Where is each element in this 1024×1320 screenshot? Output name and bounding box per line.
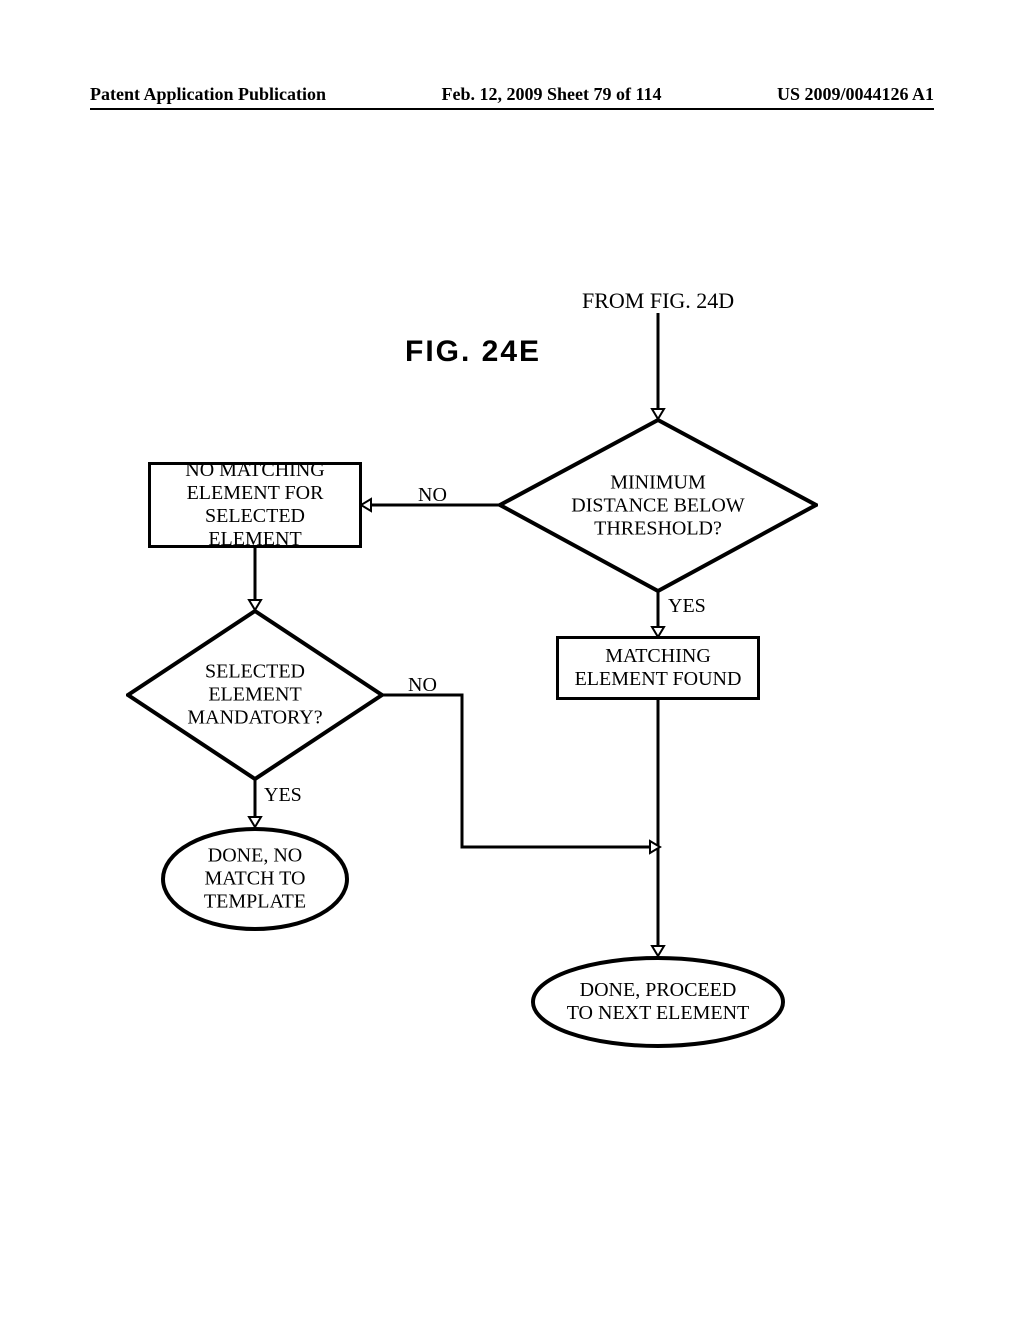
process-no-matching-text: NO MATCHING ELEMENT FOR SELECTED ELEMENT: [159, 459, 351, 551]
terminator-done-next-text: DONE, PROCEED TO NEXT ELEMENT: [530, 979, 786, 1025]
header-center: Feb. 12, 2009 Sheet 79 of 114: [442, 84, 662, 105]
process-matching-found-text: MATCHING ELEMENT FOUND: [575, 645, 742, 691]
terminator-done-nomatch: DONE, NO MATCH TO TEMPLATE: [160, 826, 350, 932]
process-no-matching: NO MATCHING ELEMENT FOR SELECTED ELEMENT: [148, 462, 362, 548]
terminator-done-nomatch-text: DONE, NO MATCH TO TEMPLATE: [160, 845, 350, 914]
arrow-from-prev: [650, 313, 666, 419]
arrow-mandatory-no: [382, 687, 662, 857]
header-left: Patent Application Publication: [90, 84, 326, 105]
header-rule: [90, 108, 934, 110]
edge-label-yes-2: YES: [264, 784, 302, 807]
edge-label-yes-1: YES: [668, 595, 706, 618]
page-header: Patent Application Publication Feb. 12, …: [0, 84, 1024, 105]
decision-threshold: MINIMUM DISTANCE BELOW THRESHOLD?: [498, 418, 818, 593]
decision-threshold-text: MINIMUM DISTANCE BELOW THRESHOLD?: [498, 471, 818, 540]
decision-mandatory: SELECTED ELEMENT MANDATORY?: [126, 609, 384, 781]
arrow-mandatory-yes: [247, 779, 263, 827]
from-label: FROM FIG. 24D: [582, 288, 734, 314]
arrow-threshold-no: [361, 497, 501, 513]
arrow-nomatch-to-mandatory: [247, 548, 263, 610]
figure-title: FIG. 24E: [405, 335, 541, 369]
arrow-threshold-yes: [650, 591, 666, 637]
header-right: US 2009/0044126 A1: [777, 84, 934, 105]
terminator-done-next: DONE, PROCEED TO NEXT ELEMENT: [530, 955, 786, 1049]
decision-mandatory-text: SELECTED ELEMENT MANDATORY?: [126, 661, 384, 730]
